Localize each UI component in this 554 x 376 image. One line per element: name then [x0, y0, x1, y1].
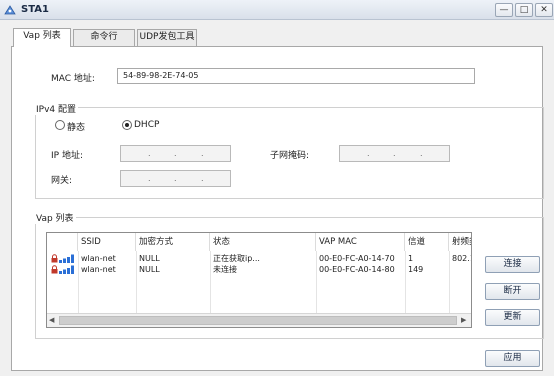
table-row[interactable]: wlan-net NULL 未连接 00-E0-FC-A0-14-80 149 — [47, 264, 471, 275]
subnet-mask-input[interactable]: ... — [339, 145, 450, 162]
col-header-encryption[interactable]: 加密方式 — [136, 233, 210, 251]
apply-button[interactable]: 应用 — [485, 350, 540, 367]
maximize-button[interactable]: □ — [515, 3, 533, 17]
cell-channel: 1 — [408, 254, 414, 263]
col-header-icons — [47, 233, 78, 251]
gateway-input[interactable]: ... — [120, 170, 231, 187]
tab-udp-tool[interactable]: UDP发包工具 — [137, 29, 197, 46]
table-row[interactable]: wlan-net NULL 正在获取ip... 00-E0-FC-A0-14-7… — [47, 253, 471, 264]
vap-table: SSID 加密方式 状态 VAP MAC 信道 射频类 wlan-net NUL… — [46, 232, 472, 328]
cell-radio: 802.11 — [452, 254, 471, 263]
lock-icon — [51, 254, 58, 263]
tab-vap-list[interactable]: Vap 列表 — [13, 28, 71, 47]
signal-strength-icon — [59, 265, 74, 274]
connect-button[interactable]: 连接 — [485, 256, 540, 273]
subnet-mask-label: 子网掩码: — [270, 151, 310, 161]
disconnect-button[interactable]: 断开 — [485, 283, 540, 300]
mac-address-field[interactable]: 54-89-98-2E-74-05 — [117, 68, 475, 84]
mac-label: MAC 地址: — [51, 74, 95, 84]
station-app-icon — [4, 5, 16, 15]
static-label: 静态 — [67, 123, 86, 133]
cell-radio — [449, 264, 471, 275]
vap-list-title: Vap 列表 — [34, 211, 76, 224]
ip-address-label: IP 地址: — [51, 151, 83, 161]
cell-ssid: wlan-net — [81, 254, 116, 263]
col-header-vap-mac[interactable]: VAP MAC — [316, 233, 405, 251]
scroll-right-icon[interactable]: ▶ — [461, 316, 466, 324]
dhcp-radio[interactable] — [122, 120, 132, 130]
cell-encryption: NULL — [139, 254, 160, 263]
cell-ssid: wlan-net — [81, 265, 116, 274]
title-bar: STA1 — □ ✕ — [0, 0, 554, 20]
close-button[interactable]: ✕ — [535, 3, 553, 17]
col-header-radio[interactable]: 射频类 — [449, 233, 471, 251]
scroll-left-icon[interactable]: ◀ — [49, 316, 54, 324]
cell-status: 未连接 — [213, 265, 237, 274]
cell-vap-mac: 00-E0-FC-A0-14-80 — [319, 265, 395, 274]
lock-icon — [51, 265, 58, 274]
cell-encryption: NULL — [139, 265, 160, 274]
col-header-ssid[interactable]: SSID — [78, 233, 136, 251]
ip-address-input[interactable]: ... — [120, 145, 231, 162]
signal-strength-icon — [59, 254, 74, 263]
ipv4-config-title: IPv4 配置 — [34, 102, 78, 115]
minimize-button[interactable]: — — [495, 3, 513, 17]
col-header-status[interactable]: 状态 — [210, 233, 316, 251]
cell-status: 正在获取ip... — [213, 254, 260, 263]
refresh-button[interactable]: 更新 — [485, 309, 540, 326]
tab-command-line[interactable]: 命令行 — [73, 29, 135, 46]
cell-vap-mac: 00-E0-FC-A0-14-70 — [319, 254, 395, 263]
dhcp-label: DHCP — [134, 120, 160, 130]
gateway-label: 网关: — [51, 176, 73, 186]
cell-channel: 149 — [408, 265, 424, 274]
scrollbar-thumb[interactable] — [59, 316, 457, 325]
horizontal-scrollbar[interactable]: ◀ ▶ — [47, 313, 471, 327]
static-radio[interactable] — [55, 120, 65, 130]
col-header-channel[interactable]: 信道 — [405, 233, 449, 251]
window-title: STA1 — [21, 4, 49, 15]
